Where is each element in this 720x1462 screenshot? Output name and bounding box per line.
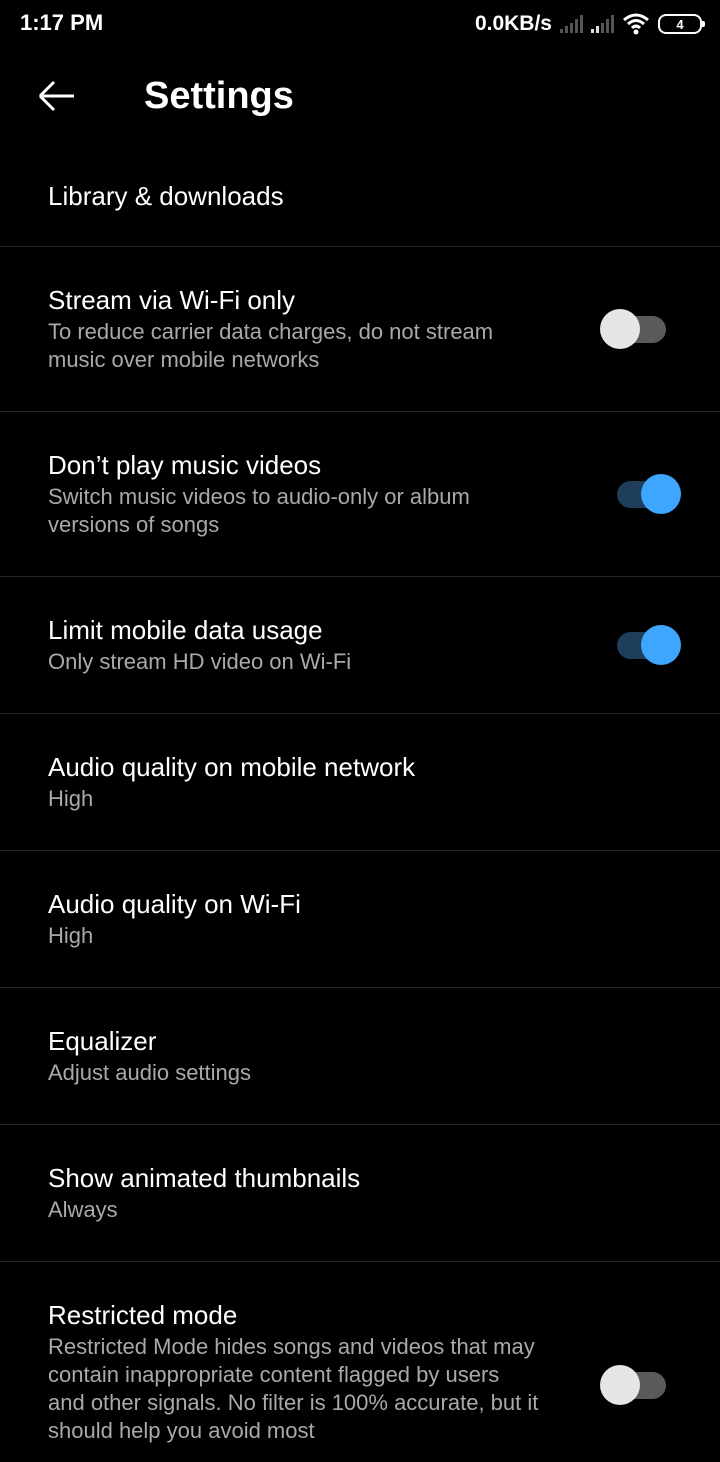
setting-title: Audio quality on mobile network bbox=[48, 752, 416, 782]
limit-mobile-data-toggle[interactable] bbox=[601, 625, 681, 665]
signal-icon bbox=[591, 15, 614, 33]
setting-title: Limit mobile data usage bbox=[48, 615, 323, 645]
setting-subtitle: To reduce carrier data charges, do not s… bbox=[48, 319, 494, 372]
setting-title: Audio quality on Wi-Fi bbox=[48, 889, 301, 919]
status-time: 1:17 PM bbox=[20, 10, 104, 35]
network-speed: 0.0KB/s bbox=[474, 12, 552, 35]
setting-title: Stream via Wi-Fi only bbox=[48, 285, 296, 315]
page-title: Settings bbox=[144, 75, 294, 117]
status-bar: 1:17 PM 0.0KB/s 4 bbox=[0, 0, 720, 50]
setting-subtitle: Always bbox=[48, 1197, 118, 1222]
stream-wifi-toggle[interactable] bbox=[600, 309, 680, 349]
setting-subtitle: Restricted Mode hides songs and videos t… bbox=[48, 1334, 539, 1443]
setting-equalizer[interactable]: Equalizer Adjust audio settings bbox=[0, 988, 720, 1125]
toggle-thumb bbox=[600, 309, 640, 349]
battery-icon: 4 bbox=[658, 14, 705, 34]
wifi-icon bbox=[623, 13, 649, 35]
toggle-thumb bbox=[600, 1365, 640, 1405]
setting-audio-quality-mobile[interactable]: Audio quality on mobile network High bbox=[0, 714, 720, 851]
setting-restricted-mode[interactable]: Restricted mode Restricted Mode hides so… bbox=[0, 1262, 720, 1462]
battery-level: 4 bbox=[676, 16, 684, 32]
setting-stream-wifi-only[interactable]: Stream via Wi-Fi only To reduce carrier … bbox=[0, 247, 720, 412]
restricted-mode-toggle[interactable] bbox=[600, 1365, 680, 1405]
setting-audio-quality-wifi[interactable]: Audio quality on Wi-Fi High bbox=[0, 851, 720, 988]
settings-list: Library & downloads Stream via Wi-Fi onl… bbox=[0, 150, 720, 1462]
setting-dont-play-videos[interactable]: Don’t play music videos Switch music vid… bbox=[0, 412, 720, 577]
arrow-left-icon bbox=[38, 80, 74, 112]
toggle-thumb bbox=[641, 625, 681, 665]
setting-animated-thumbnails[interactable]: Show animated thumbnails Always bbox=[0, 1125, 720, 1262]
setting-subtitle: Switch music videos to audio-only or alb… bbox=[48, 484, 470, 537]
setting-title: Restricted mode bbox=[48, 1300, 238, 1330]
setting-library-downloads[interactable]: Library & downloads bbox=[0, 150, 720, 247]
setting-subtitle: Only stream HD video on Wi-Fi bbox=[48, 649, 352, 674]
dont-play-videos-toggle[interactable] bbox=[601, 474, 681, 514]
status-icons: 0.0KB/s 4 bbox=[474, 10, 705, 38]
setting-title: Show animated thumbnails bbox=[48, 1163, 361, 1193]
back-button[interactable] bbox=[30, 72, 86, 120]
setting-subtitle: High bbox=[48, 923, 94, 948]
setting-title: Library & downloads bbox=[48, 181, 284, 211]
toggle-thumb bbox=[641, 474, 681, 514]
app-bar: Settings bbox=[0, 60, 720, 140]
setting-title: Don’t play music videos bbox=[48, 450, 322, 480]
signal-icon bbox=[560, 15, 583, 33]
setting-subtitle: Adjust audio settings bbox=[48, 1060, 252, 1085]
setting-title: Equalizer bbox=[48, 1026, 157, 1056]
setting-subtitle: High bbox=[48, 786, 94, 811]
setting-limit-mobile-data[interactable]: Limit mobile data usage Only stream HD v… bbox=[0, 577, 720, 714]
